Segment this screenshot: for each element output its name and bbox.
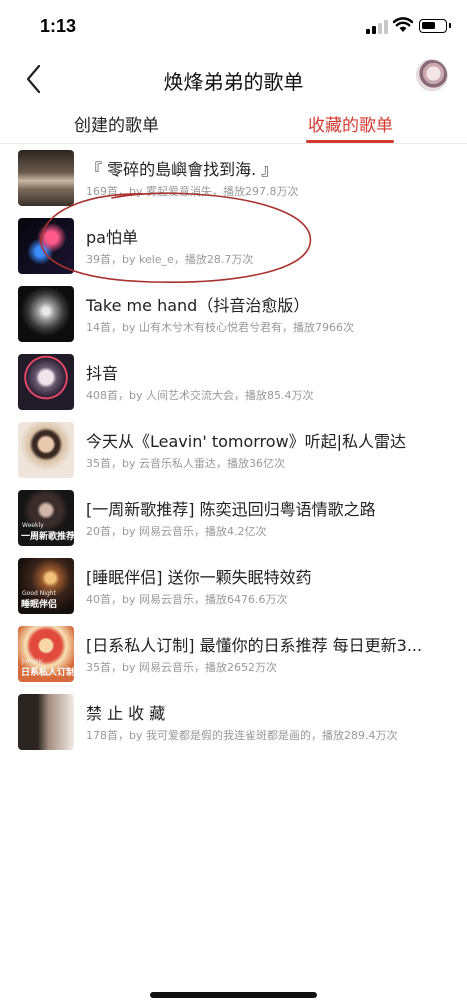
list-item[interactable]: 抖音 408首，by 人间艺术交流大会，播放85.4万次 [0,350,467,418]
playlist-title: 抖音 [86,364,119,383]
wifi-icon [393,17,413,32]
playlist-meta: 178首，by 我可爱都是假的我连雀斑都是画的，播放289.4万次 [86,729,398,742]
playlist-meta: 408首，by 人间艺术交流大会，播放85.4万次 [86,389,314,402]
playlist-title: [睡眠伴侣] 送你一颗失眠特效药 [86,568,312,587]
status-time: 1:13 [40,16,77,36]
playlist-title: Take me hand（抖音治愈版） [86,296,310,315]
playlist-meta: 40首，by 网易云音乐，播放6476.6万次 [86,593,288,606]
playlist-title: 今天从《Leavin' tomorrow》听起|私人雷达 [86,432,407,451]
active-tab-indicator [306,140,394,143]
list-item[interactable]: pa怕单 39首，by kele_e，播放28.7万次 [0,214,467,282]
playlist-title: pa怕单 [86,228,138,247]
playlist-title: [日系私人订制] 最懂你的日系推荐 每日更新3... [86,636,423,655]
tab-bar: 创建的歌单 收藏的歌单 [0,102,467,144]
cover-caption: 日系私人订制 [21,668,74,678]
playlist-meta: 20首，by 网易云音乐，播放4.2亿次 [86,525,267,538]
playlist-cover: Weekly 一周新歌推荐 [18,490,74,546]
tab-favorited-playlists[interactable]: 收藏的歌单 [308,111,393,136]
list-item[interactable]: Take me hand（抖音治愈版） 14首，by 山有木兮木有枝心悦君兮君有… [0,282,467,350]
playlist-meta: 35首，by 云音乐私人雷达，播放36亿次 [86,457,285,470]
playlist-meta: 14首，by 山有木兮木有枝心悦君兮君有，播放7966次 [86,321,354,334]
cellular-signal-icon [366,20,388,34]
nav-bar: 焕烽弟弟的歌单 [0,56,467,102]
status-bar: 1:13 [0,0,467,56]
playlist-cover [18,150,74,206]
home-indicator [150,992,317,998]
playlist-cover [18,354,74,410]
playlist-title: 『 零碎的島嶼會找到海. 』 [86,160,278,179]
playlist-cover [18,218,74,274]
cover-caption-small: Good Night [22,590,56,597]
playlist-meta: 169首，by 雾起爱意消失，播放297.8万次 [86,185,299,198]
playlist-meta: 35首，by 网易云音乐，播放2652万次 [86,661,277,674]
avatar[interactable] [416,59,448,91]
list-item[interactable]: 禁 止 收 藏 178首，by 我可爱都是假的我连雀斑都是画的，播放289.4万… [0,690,467,758]
list-item[interactable]: J-music 日系私人订制 [日系私人订制] 最懂你的日系推荐 每日更新3..… [0,622,467,690]
list-item[interactable]: 今天从《Leavin' tomorrow》听起|私人雷达 35首，by 云音乐私… [0,418,467,486]
tab-created-playlists[interactable]: 创建的歌单 [74,111,159,136]
cover-caption-small: Weekly [22,522,44,529]
list-item[interactable]: Weekly 一周新歌推荐 [一周新歌推荐] 陈奕迅回归粤语情歌之路 20首，b… [0,486,467,554]
playlist-cover [18,286,74,342]
cover-caption: 一周新歌推荐 [21,532,74,542]
playlist-cover [18,694,74,750]
playlist-cover: J-music 日系私人订制 [18,626,74,682]
battery-icon [419,19,451,33]
cover-caption-small: J-music [22,658,44,665]
list-item[interactable]: 『 零碎的島嶼會找到海. 』 169首，by 雾起爱意消失，播放297.8万次 [0,146,467,214]
playlist-title: 禁 止 收 藏 [86,704,166,723]
page-title: 焕烽弟弟的歌单 [163,70,304,94]
list-item[interactable]: Good Night 睡眠伴侣 [睡眠伴侣] 送你一颗失眠特效药 40首，by … [0,554,467,622]
playlist-cover: Good Night 睡眠伴侣 [18,558,74,614]
playlist-title: [一周新歌推荐] 陈奕迅回归粤语情歌之路 [86,500,376,519]
playlist-cover [18,422,74,478]
playlist-meta: 39首，by kele_e，播放28.7万次 [86,253,254,266]
cover-caption: 睡眠伴侣 [21,600,58,610]
